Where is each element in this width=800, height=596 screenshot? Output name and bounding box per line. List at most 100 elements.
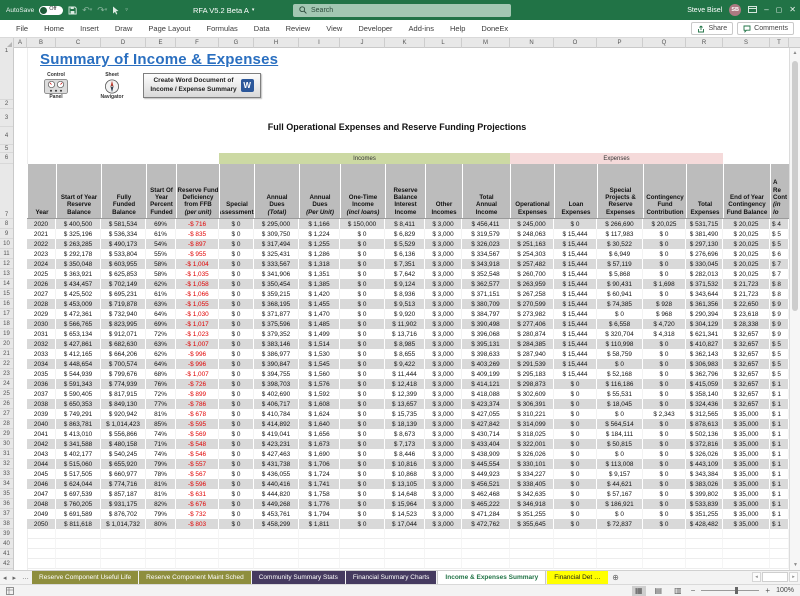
cell[interactable]: $ 35,000 [723,499,770,509]
cell[interactable] [27,529,56,539]
row-number-36[interactable]: 36 [0,499,13,509]
cell[interactable]: -$ 732 [176,509,219,519]
cell[interactable] [686,539,723,549]
column-header[interactable]: Start OfYearPercentFunded [146,164,176,218]
cell[interactable]: $ 0 [643,359,686,369]
cell[interactable]: $ 3,000 [425,469,462,479]
cell[interactable]: 62% [146,279,176,289]
maximize-button[interactable]: ▢ [776,7,783,14]
redo-icon[interactable]: ↷▾ [97,6,107,15]
cell[interactable]: $ 0 [643,489,686,499]
cell[interactable] [219,539,254,549]
cell[interactable]: $ 0 [554,509,597,519]
cell[interactable]: $ 0 [340,459,385,469]
cell[interactable]: 2045 [27,469,56,479]
row-number-4[interactable]: 4 [0,127,13,145]
cell[interactable]: $ 533,804 [101,249,146,259]
row-number-10[interactable]: 10 [0,239,13,249]
sheet-tab-financial-summary-charts[interactable]: Financial Summary Charts [346,571,437,584]
cell[interactable]: $ 0 [554,519,597,529]
cell[interactable]: $ 15,444 [554,239,597,249]
cell[interactable]: $ 0 [219,379,254,389]
cell[interactable]: $ 0 [219,409,254,419]
cell[interactable]: $ 28,338 [723,319,770,329]
cell[interactable]: -$ 631 [176,489,219,499]
cell[interactable]: $ 362,796 [686,369,723,379]
cell[interactable]: $ 0 [340,289,385,299]
save-icon[interactable] [68,6,77,15]
cell[interactable]: $ 343,384 [686,469,723,479]
cell[interactable]: $ 1,166 [299,219,340,229]
column-header[interactable]: SpecialAssessments [219,164,254,218]
column-header[interactable]: AnnualDues(Per Unit) [299,164,340,218]
cell[interactable]: 69% [146,319,176,329]
row-number-42[interactable]: 42 [0,559,13,569]
column-header[interactable]: TotalExpenses [686,164,723,218]
cell[interactable] [146,559,176,569]
cell[interactable] [686,549,723,559]
cell[interactable]: $ 0 [219,349,254,359]
cell[interactable]: $ 0 [643,389,686,399]
cell[interactable]: $ 8,936 [385,289,425,299]
cell[interactable] [770,559,789,569]
cell[interactable]: $ 15,444 [554,289,597,299]
cell[interactable]: $ 0 [219,389,254,399]
cell[interactable]: $ 371,877 [254,309,299,319]
cell[interactable]: $ 480,158 [101,439,146,449]
cell[interactable]: $ 18,045 [597,399,643,409]
row-number-6[interactable]: 6 [0,153,13,164]
cell[interactable]: 2034 [27,359,56,369]
cell[interactable] [219,559,254,569]
cell[interactable]: $ 402,177 [56,449,101,459]
cell[interactable]: -$ 1,055 [176,299,219,309]
cell[interactable]: $ 0 [219,309,254,319]
cell[interactable]: -$ 955 [176,249,219,259]
cell[interactable]: $ 368,195 [254,299,299,309]
cell[interactable]: 2050 [27,519,56,529]
cell[interactable]: -$ 1,004 [176,259,219,269]
cell[interactable]: 64% [146,359,176,369]
cell[interactable] [425,529,462,539]
cell[interactable]: $ 0 [643,499,686,509]
zoom-out-icon[interactable]: − [691,586,696,595]
cell[interactable]: $ 395,131 [462,339,510,349]
cell[interactable]: $ 0 [554,399,597,409]
cell[interactable]: $ 418,088 [462,389,510,399]
close-button[interactable]: ✕ [789,6,796,14]
cell[interactable] [643,549,686,559]
cell[interactable]: $ 35,000 [723,439,770,449]
cell[interactable]: $ 276,696 [686,249,723,259]
cell[interactable] [425,539,462,549]
cell[interactable]: $ 1,576 [299,379,340,389]
cell[interactable]: $ 0 [554,389,597,399]
cell[interactable]: $ 1,530 [299,349,340,359]
cell[interactable]: $ 306,391 [510,399,554,409]
cell[interactable]: $ 1,673 [299,439,340,449]
cell[interactable] [385,559,425,569]
cell[interactable]: 63% [146,299,176,309]
cell[interactable]: $ 18,139 [385,419,425,429]
cell[interactable]: $ 5 [770,349,789,359]
column-header[interactable]: Year [27,164,56,218]
cell[interactable]: $ 406,717 [254,399,299,409]
ribbon-tab-formulas[interactable]: Formulas [199,20,246,37]
cell[interactable]: $ 456,521 [462,479,510,489]
ribbon-tab-doneex[interactable]: DoneEx [473,20,516,37]
scroll-left-icon[interactable]: ◂ [752,572,761,582]
cell[interactable]: $ 15,444 [554,249,597,259]
cell[interactable]: $ 383,026 [686,479,723,489]
cell[interactable]: $ 116,186 [597,379,643,389]
cell[interactable]: $ 298,873 [510,379,554,389]
cell[interactable]: $ 326,023 [462,239,510,249]
cell[interactable]: $ 920,942 [101,409,146,419]
cell[interactable]: 81% [146,409,176,419]
cell[interactable]: -$ 596 [176,479,219,489]
cell[interactable]: -$ 567 [176,469,219,479]
cell[interactable]: $ 0 [340,239,385,249]
cell[interactable]: $ 799,676 [101,369,146,379]
cell[interactable]: $ 3,000 [425,229,462,239]
ribbon-tab-developer[interactable]: Developer [350,20,400,37]
cell[interactable]: 68% [146,369,176,379]
cell[interactable]: $ 1 [770,389,789,399]
cell[interactable]: $ 515,060 [56,459,101,469]
